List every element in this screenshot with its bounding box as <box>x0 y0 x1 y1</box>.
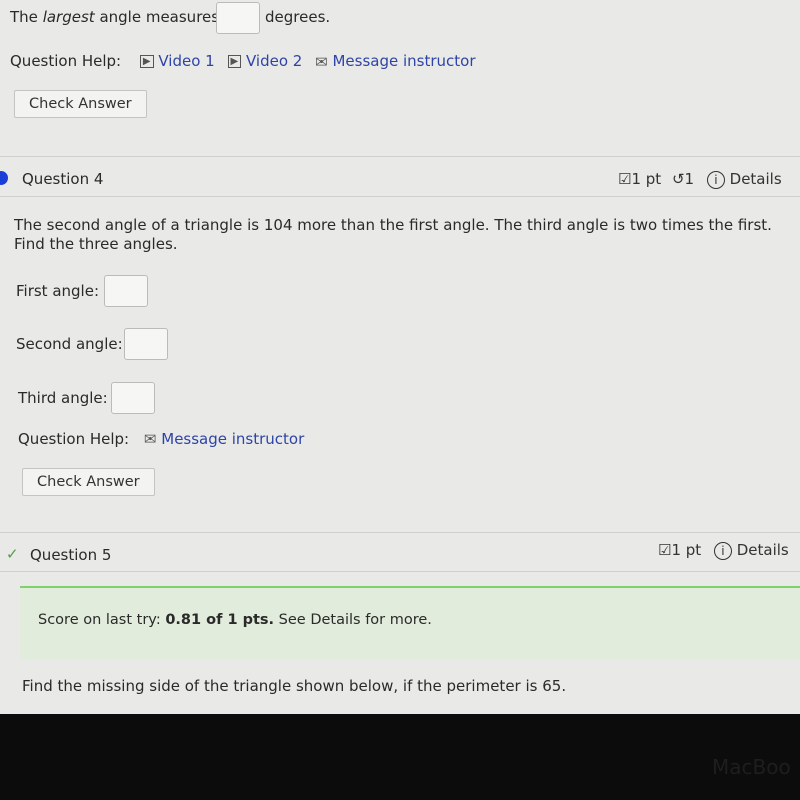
q4-question-text: The second angle of a triangle is 104 mo… <box>14 216 772 253</box>
q4-meta: ☑1 pt ↺1 i Details <box>618 170 782 189</box>
retry-icon: ↺ <box>671 170 685 188</box>
details-button[interactable]: i Details <box>713 541 789 560</box>
q3-help: Question Help: ▶ Video 1 ▶ Video 2 ✉ Mes… <box>10 52 476 71</box>
message-instructor-link[interactable]: ✉ Message instructor <box>144 430 304 448</box>
points: 1 pt <box>631 170 662 188</box>
text: angle measures <box>99 8 220 26</box>
checkmark-icon: ✓ <box>6 545 19 563</box>
q5-question-text: Find the missing side of the triangle sh… <box>22 677 567 695</box>
info-icon: i <box>713 542 732 560</box>
text: Video 2 <box>245 52 303 70</box>
play-icon: ▶ <box>139 55 154 68</box>
second-angle-input[interactable] <box>124 328 168 360</box>
largest-angle-input[interactable] <box>216 2 260 34</box>
q5-meta: ☑1 pt i Details <box>658 541 789 560</box>
help-label: Question Help: <box>18 430 130 448</box>
score-value: 0.81 of 1 pts. <box>165 612 275 628</box>
text: See Details for more. <box>278 612 432 628</box>
third-angle-label: Third angle: <box>18 389 108 407</box>
text: largest <box>42 8 95 26</box>
retries: 1 <box>684 170 695 188</box>
q4-title[interactable]: Question 4 <box>22 170 103 188</box>
first-angle-input[interactable] <box>104 275 148 307</box>
checkbox-icon: ☑ <box>658 541 672 559</box>
info-icon: i <box>706 171 725 189</box>
video2-link[interactable]: ▶ Video 2 <box>227 52 303 70</box>
degrees-label: degrees. <box>265 8 331 26</box>
checkbox-icon: ☑ <box>618 170 632 188</box>
help-label: Question Help: <box>10 52 122 70</box>
text: Score on last try: <box>38 612 161 628</box>
text: Details <box>736 541 789 559</box>
current-question-dot <box>0 171 8 185</box>
first-angle-label: First angle: <box>16 282 100 300</box>
message-instructor-link[interactable]: ✉ Message instructor <box>315 52 476 71</box>
second-angle-label: Second angle: <box>16 335 123 353</box>
points: 1 pt <box>671 541 702 559</box>
text: Details <box>729 170 782 188</box>
text: Video 1 <box>158 52 215 70</box>
q4-help: Question Help: ✉ Message instructor <box>18 430 304 448</box>
score-text: Score on last try: 0.81 of 1 pts. See De… <box>38 612 432 628</box>
q3-prompt: The largest angle measures <box>10 8 219 26</box>
screen: The largest angle measures degrees. Ques… <box>0 0 800 714</box>
video1-link[interactable]: ▶ Video 1 <box>139 52 215 70</box>
text: Message instructor <box>332 52 476 70</box>
text: The <box>10 8 38 26</box>
details-button[interactable]: i Details <box>706 170 782 189</box>
bezel-logo: MacBoo <box>712 755 791 779</box>
score-banner: Score on last try: 0.81 of 1 pts. See De… <box>20 586 800 660</box>
text: Message instructor <box>161 430 305 448</box>
third-angle-input[interactable] <box>111 382 155 414</box>
q3-check-answer-button[interactable]: Check Answer <box>14 90 147 118</box>
q5-title[interactable]: Question 5 <box>30 546 111 564</box>
mail-icon: ✉ <box>143 430 157 448</box>
q4-check-answer-button[interactable]: Check Answer <box>22 468 155 496</box>
mail-icon: ✉ <box>315 52 328 71</box>
play-icon: ▶ <box>227 55 242 68</box>
